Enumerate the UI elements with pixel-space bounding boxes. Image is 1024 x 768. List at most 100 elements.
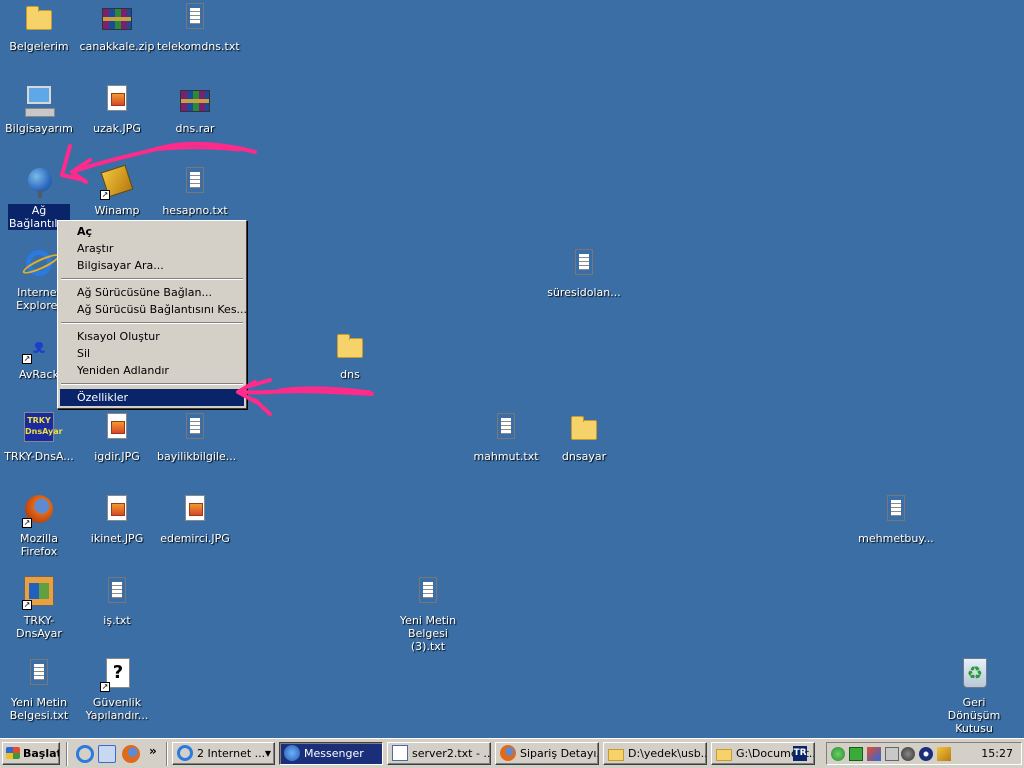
text-file-icon <box>411 576 445 610</box>
scribble-arrow-bottom <box>236 378 374 416</box>
taskbar-button-internet[interactable]: 2 Internet ... ▼ <box>172 742 275 765</box>
shortcut-arrow-icon: ↗ <box>100 682 110 692</box>
taskbar-button-siparis[interactable]: Sipariş Detayı... <box>495 742 599 765</box>
notepad-icon <box>392 745 408 761</box>
desktop-icon-uzak-jpg[interactable]: uzak.JPG <box>78 84 156 135</box>
desktop-icon-geri-donusum[interactable]: ♻ Geri Dönüşüm Kutusu <box>935 658 1013 735</box>
internet-explorer-icon <box>22 248 56 282</box>
quicklaunch-desktop-icon[interactable] <box>98 745 116 763</box>
menu-item-rename[interactable]: Yeniden Adlandır <box>60 362 244 379</box>
text-file-icon <box>178 412 212 446</box>
desktop-icon-bilgisayarim[interactable]: Bilgisayarım <box>0 84 78 135</box>
internet-explorer-icon <box>177 745 193 761</box>
folder-icon <box>608 749 624 761</box>
rar-archive-icon <box>178 84 212 118</box>
icon-label: telekomdns.txt <box>157 40 240 53</box>
context-menu: Aç Araştır Bilgisayar Ara... Ağ Sürücüsü… <box>57 220 247 409</box>
rar-archive-icon <box>100 2 134 36</box>
speaker-tray-icon[interactable] <box>885 747 899 761</box>
taskbar-button-label: D:\yedek\usb... <box>628 747 707 760</box>
desktop-icon-yeni-metin-3[interactable]: Yeni Metin Belgesi (3).txt <box>389 576 467 653</box>
desktop-icon-trky-dnsa[interactable]: TRKY DnsAyar TRKY-DnsA... <box>0 412 78 463</box>
language-indicator[interactable]: TR <box>793 746 807 761</box>
messenger-tray-icon[interactable] <box>831 747 845 761</box>
avrack-icon: ᴥ ↗ <box>22 334 46 364</box>
menu-item-explore[interactable]: Araştır <box>60 240 244 257</box>
icon-label: mahmut.txt <box>473 450 539 463</box>
folder-icon <box>333 330 367 364</box>
taskbar-button-yedek[interactable]: D:\yedek\usb... <box>603 742 707 765</box>
icon-label: Winamp <box>94 204 140 217</box>
desktop-icon-dns-rar[interactable]: dns.rar <box>156 84 234 135</box>
desktop-icon-is-txt[interactable]: iş.txt <box>78 576 156 627</box>
jpg-file-icon <box>100 412 134 446</box>
desktop-icon-mehmetbuy[interactable]: mehmetbuy... <box>857 494 935 545</box>
display-tray-icon[interactable] <box>919 747 933 761</box>
menu-item-create-shortcut[interactable]: Kısayol Oluştur <box>60 328 244 345</box>
winamp-tray-icon[interactable] <box>937 747 951 761</box>
icon-label: uzak.JPG <box>93 122 141 135</box>
desktop-icon-bayilik[interactable]: bayilikbilgile... <box>156 412 236 463</box>
desktop-icon-dns-folder[interactable]: dns <box>311 330 389 381</box>
icon-label: Geri Dönüşüm Kutusu <box>947 696 1001 735</box>
my-computer-icon <box>22 84 56 118</box>
icon-label: Yeni Metin Belgesi.txt <box>9 696 69 722</box>
icon-label: hesapno.txt <box>162 204 228 217</box>
jpg-file-icon <box>100 494 134 528</box>
network-globe-icon <box>22 166 56 200</box>
icon-label: mehmetbuy... <box>858 532 934 545</box>
shortcut-arrow-icon: ↗ <box>22 600 32 610</box>
desktop-icon-trky-dnsayar[interactable]: ↗ TRKY-DnsAyar <box>0 576 78 640</box>
app-tray-icon[interactable] <box>867 747 881 761</box>
text-file-icon <box>22 658 56 692</box>
folder-icon <box>567 412 601 446</box>
text-file-icon <box>178 166 212 200</box>
menu-item-properties[interactable]: Özellikler <box>60 389 244 406</box>
desktop-icon-mahmut[interactable]: mahmut.txt <box>467 412 545 463</box>
antivirus-tray-icon[interactable] <box>901 747 915 761</box>
desktop-icon-winamp[interactable]: ↗ Winamp <box>78 164 156 217</box>
desktop-icon-canakkale-zip[interactable]: canakkale.zip <box>78 2 156 53</box>
desktop-icon-ikinet-jpg[interactable]: ikinet.JPG <box>78 494 156 545</box>
messenger-icon <box>284 745 300 761</box>
icon-label: igdir.JPG <box>94 450 140 463</box>
start-button[interactable]: Başlat <box>2 742 60 765</box>
desktop-icon-firefox[interactable]: ↗ Mozilla Firefox <box>0 494 78 558</box>
icon-label: Güvenlik Yapılandır... <box>85 696 149 722</box>
icon-label: TRKY-DnsA... <box>4 450 74 463</box>
desktop-icon-guvenlik[interactable]: ? ↗ Güvenlik Yapılandır... <box>78 658 156 722</box>
desktop-icon-hesapno[interactable]: hesapno.txt <box>156 166 234 217</box>
icon-label: edemirci.JPG <box>160 532 230 545</box>
quicklaunch-firefox-icon[interactable] <box>122 745 140 763</box>
taskbar: Başlat » 2 Internet ... ▼ Messenger serv… <box>0 738 1024 768</box>
menu-item-search-computer[interactable]: Bilgisayar Ara... <box>60 257 244 274</box>
icon-label: dnsayar <box>561 450 607 463</box>
taskbar-button-label: Sipariş Detayı... <box>520 747 599 760</box>
shortcut-arrow-icon: ↗ <box>22 354 32 364</box>
desktop-icon-igdir-jpg[interactable]: igdir.JPG <box>78 412 156 463</box>
quicklaunch-overflow-chevron[interactable]: » <box>149 744 157 758</box>
quicklaunch-ie-icon[interactable] <box>76 745 94 763</box>
group-dropdown-arrow-icon: ▼ <box>264 749 271 758</box>
network-tray-icon[interactable] <box>849 747 863 761</box>
desktop-icon-suresidolan[interactable]: süresidolan... <box>545 248 623 299</box>
icon-label: Yeni Metin Belgesi (3).txt <box>399 614 457 653</box>
desktop-icon-dnsayar-folder[interactable]: dnsayar <box>545 412 623 463</box>
icon-label: dns <box>340 368 360 381</box>
trky-logo-text: TRKY DnsAyar <box>24 412 63 442</box>
windows-logo-icon <box>6 747 20 759</box>
clock[interactable]: 15:27 <box>981 743 1013 764</box>
taskbar-button-server2[interactable]: server2.txt - ... <box>387 742 491 765</box>
desktop-icon-telekomdns[interactable]: telekomdns.txt <box>156 2 240 53</box>
jpg-file-icon <box>100 84 134 118</box>
menu-item-map-network-drive[interactable]: Ağ Sürücüsüne Bağlan... <box>60 284 244 301</box>
taskbar-divider <box>66 742 68 766</box>
desktop-icon-yeni-metin[interactable]: Yeni Metin Belgesi.txt <box>0 658 78 722</box>
desktop-icon-belgelerim[interactable]: Belgelerim <box>0 2 78 53</box>
menu-item-disconnect-network-drive[interactable]: Ağ Sürücüsü Bağlantısını Kes... <box>60 301 247 318</box>
taskbar-button-messenger[interactable]: Messenger <box>279 742 383 765</box>
menu-item-delete[interactable]: Sil <box>60 345 244 362</box>
desktop-icon-edemirci-jpg[interactable]: edemirci.JPG <box>156 494 234 545</box>
menu-item-open[interactable]: Aç <box>60 223 244 240</box>
recycle-bin-icon: ♻ <box>957 658 991 692</box>
